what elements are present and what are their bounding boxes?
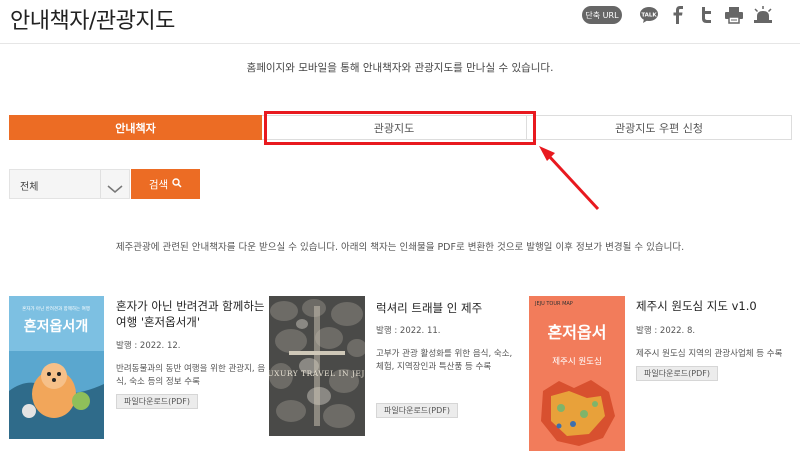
facebook-icon[interactable]: [667, 4, 689, 26]
pdf-download-button[interactable]: 파일다운로드(PDF): [116, 394, 198, 409]
book-date: 발행 : 2022. 8.: [636, 326, 696, 336]
chevron-down-icon: [107, 179, 123, 198]
talk-label: TALK: [641, 13, 657, 19]
book-date: 발행 : 2022. 11.: [376, 326, 441, 336]
search-button[interactable]: 검색: [131, 169, 200, 199]
cover-title: 혼저옵서: [548, 323, 607, 342]
tab-map-mail-request[interactable]: 관광지도 우편 신청: [527, 115, 792, 140]
book-description: 반려동물과의 동반 여행을 위한 관광지, 음식, 숙소 등의 정보 수록: [116, 364, 266, 387]
book-date: 발행 : 2022. 12.: [116, 341, 181, 351]
book-title[interactable]: 럭셔리 트래블 인 제주: [376, 300, 526, 316]
short-url-button[interactable]: 단축 URL: [582, 6, 622, 24]
select-divider: [100, 170, 101, 198]
pdf-download-button[interactable]: 파일다운로드(PDF): [376, 403, 458, 418]
cover-title: 혼저옵서개: [24, 318, 88, 335]
book-title[interactable]: 제주시 원도심 지도 v1.0: [636, 298, 786, 314]
cover-label: JEJU TOUR MAP: [534, 301, 573, 307]
book-cover-image[interactable]: LUXURY TRAVEL IN JEJU: [269, 296, 365, 436]
search-button-label: 검색: [148, 178, 169, 191]
category-select-value: 전체: [20, 182, 39, 193]
book-cover-image[interactable]: 혼자가 아닌 반려견과 함께하는 여행 혼저옵서개: [9, 296, 104, 439]
notice-text: 제주관광에 관련된 안내책자를 다운 받으실 수 있습니다. 아래의 책자는 인…: [115, 242, 685, 253]
page-title: 안내책자/관광지도: [10, 9, 175, 34]
cover-title: LUXURY TRAVEL IN JEJU: [269, 369, 365, 378]
book-description: 제주시 원도심 지역의 관광사업체 등 수록: [636, 349, 783, 359]
kakaotalk-icon[interactable]: TALK: [638, 4, 660, 26]
page-header: 안내책자/관광지도 단축 URL TALK: [0, 0, 800, 44]
print-icon[interactable]: [723, 4, 745, 26]
search-icon: [172, 177, 182, 191]
twitter-icon[interactable]: [695, 4, 717, 26]
pdf-download-button[interactable]: 파일다운로드(PDF): [636, 366, 718, 381]
highlight-box: [264, 111, 536, 145]
intro-text: 홈페이지와 모바일을 통해 안내책자와 관광지도를 만나실 수 있습니다.: [246, 62, 554, 74]
cover-subtitle: 제주시 원도심: [552, 356, 602, 367]
book-title[interactable]: 혼자가 아닌 반려견과 함께하는 여행 '혼저옵서개': [116, 298, 266, 330]
cover-subtitle: 혼자가 아닌 반려견과 함께하는 여행: [22, 305, 90, 312]
category-select[interactable]: 전체: [9, 169, 130, 199]
tab-guidebook[interactable]: 안내책자: [9, 115, 262, 140]
book-cover-image[interactable]: JEJU TOUR MAP 혼저옵서 제주시 원도심: [529, 296, 625, 451]
siren-icon[interactable]: [752, 4, 774, 26]
book-description: 고부가 관광 활성화를 위한 음식, 숙소, 체험, 지역장인과 특산품 등 수…: [376, 349, 513, 372]
